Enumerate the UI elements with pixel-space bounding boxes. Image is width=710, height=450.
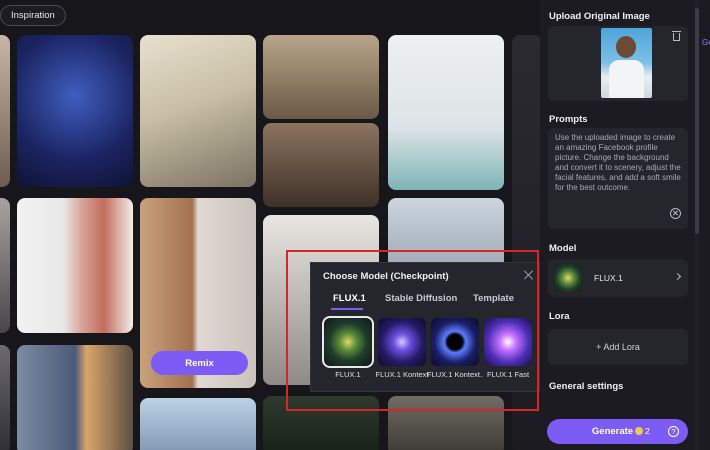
lora-title: Lora bbox=[549, 311, 570, 322]
model-title: Model bbox=[549, 243, 577, 254]
settings-panel: Upload Original Image Prompts Use the up… bbox=[540, 0, 710, 450]
gallery-card-consulat-street[interactable] bbox=[17, 198, 133, 333]
tab-flux[interactable]: FLUX.1 bbox=[333, 293, 366, 304]
gallery-card-vintage-soldiers[interactable] bbox=[263, 35, 379, 119]
gallery-card-bald-man-glasses[interactable] bbox=[388, 35, 504, 190]
upload-title: Upload Original Image bbox=[549, 11, 650, 22]
inspiration-tab[interactable]: Inspiration bbox=[0, 5, 66, 26]
trash-icon[interactable] bbox=[671, 30, 681, 41]
gallery-card-vintage-couple[interactable] bbox=[263, 123, 379, 207]
model-label: FLUX.1 Kontext... bbox=[427, 370, 483, 379]
gallery-card-girl-street[interactable] bbox=[17, 345, 133, 450]
model-label: FLUX.1 Kontext bbox=[375, 370, 429, 379]
gallery-card-person-left-3[interactable] bbox=[0, 345, 10, 450]
generate-button[interactable]: Generate bbox=[547, 419, 688, 444]
model-name: FLUX.1 bbox=[594, 273, 623, 283]
model-selector[interactable]: FLUX.1 bbox=[548, 259, 688, 297]
chevron-right-icon bbox=[673, 272, 682, 281]
gallery-card-asian-man-restore[interactable] bbox=[140, 35, 256, 187]
tab-template[interactable]: Template bbox=[473, 293, 514, 304]
remix-button[interactable]: Remix bbox=[151, 351, 248, 375]
close-icon[interactable] bbox=[523, 269, 535, 281]
gallery-card-anime-couple[interactable] bbox=[140, 398, 256, 450]
gallery-card-alien-bunny[interactable] bbox=[17, 35, 133, 187]
upload-area[interactable] bbox=[548, 26, 688, 101]
gallery-card-last[interactable] bbox=[388, 396, 504, 450]
model-label: FLUX.1 Fast bbox=[486, 370, 530, 379]
model-thumb-flux1-kontext[interactable] bbox=[378, 318, 426, 366]
generate-label: Generate bbox=[591, 426, 634, 437]
clear-icon[interactable] bbox=[670, 208, 681, 219]
model-thumbnail bbox=[554, 264, 582, 292]
gallery-card-person-left-1[interactable] bbox=[0, 35, 10, 187]
choose-model-dialog: Choose Model (Checkpoint) FLUX.1 Stable … bbox=[310, 262, 540, 392]
uploaded-image bbox=[601, 28, 652, 98]
help-icon[interactable]: ? bbox=[668, 426, 679, 437]
model-thumb-flux1-kontext-2[interactable] bbox=[431, 318, 479, 366]
active-tab-indicator bbox=[331, 308, 363, 310]
prompt-textarea[interactable]: Use the uploaded image to create an amaz… bbox=[548, 128, 688, 229]
general-settings-title: General settings bbox=[549, 381, 624, 392]
gallery-card-dark[interactable] bbox=[263, 396, 379, 450]
dialog-title: Choose Model (Checkpoint) bbox=[323, 271, 449, 282]
coin-icon bbox=[635, 427, 643, 435]
edge-text: Ge bbox=[702, 38, 710, 47]
model-thumb-flux1-fast[interactable] bbox=[484, 318, 532, 366]
model-thumb-flux1[interactable] bbox=[322, 316, 374, 368]
model-label: FLUX.1 bbox=[335, 370, 361, 379]
prompts-title: Prompts bbox=[549, 114, 588, 125]
generate-cost: 2 bbox=[645, 426, 650, 436]
scrollbar-thumb[interactable] bbox=[695, 8, 699, 234]
gallery-card-person-left-2[interactable] bbox=[0, 198, 10, 333]
add-lora-button[interactable]: + Add Lora bbox=[548, 329, 688, 365]
tab-stable-diffusion[interactable]: Stable Diffusion bbox=[385, 293, 457, 304]
